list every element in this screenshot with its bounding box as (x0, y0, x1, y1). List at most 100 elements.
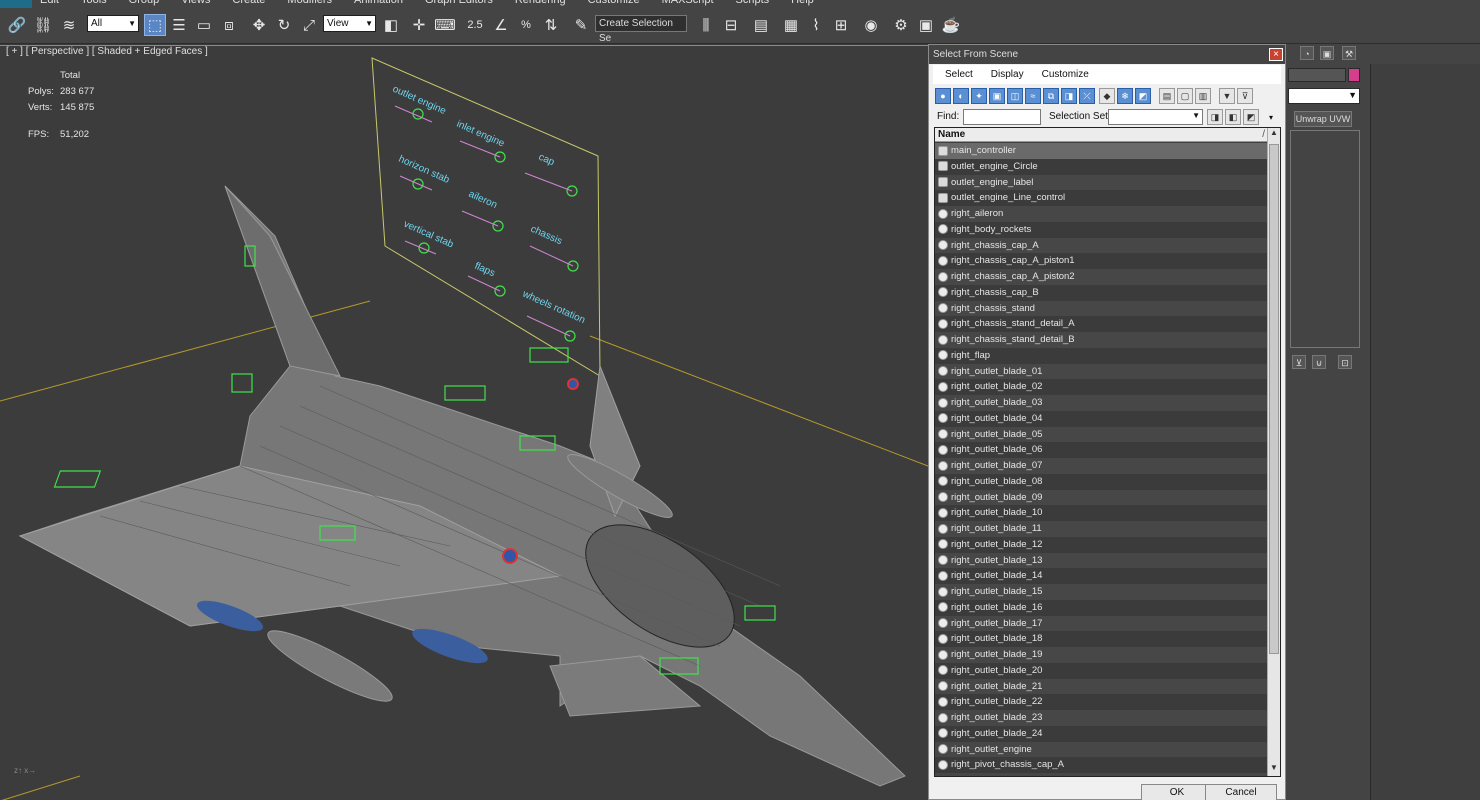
display-none-icon[interactable]: ▢ (1177, 88, 1193, 104)
display-cameras-icon[interactable]: ▣ (989, 88, 1005, 104)
reference-coordinate-select[interactable]: View ▼ (323, 15, 376, 32)
percent-snap-icon[interactable]: % (515, 14, 537, 36)
menu-tools[interactable]: Tools (81, 0, 107, 6)
modifier-list-select[interactable]: ▼ (1288, 88, 1360, 104)
scroll-down-icon[interactable]: ▼ (1268, 763, 1280, 776)
name-column-header[interactable]: Name / (935, 128, 1269, 142)
spinner-snap-icon[interactable]: ⇅ (540, 14, 562, 36)
ok-button[interactable]: OK (1141, 784, 1213, 800)
app-logo[interactable] (0, 0, 32, 8)
curve-editor-icon[interactable]: ⌇ (805, 14, 827, 36)
perspective-viewport[interactable]: outlet engine inlet engine cap horizon s… (0, 45, 928, 800)
list-item[interactable]: right_outlet_blade_14 (935, 568, 1269, 584)
menu-help[interactable]: Help (791, 0, 814, 6)
list-item[interactable]: right_outlet_blade_02 (935, 379, 1269, 395)
scroll-up-icon[interactable]: ▲ (1268, 128, 1280, 141)
selection-set-select[interactable]: ▼ (1108, 109, 1203, 125)
dialog-title[interactable]: Select From Scene (929, 45, 1285, 64)
object-color-swatch[interactable] (1348, 68, 1360, 82)
window-crossing-icon[interactable]: ⧈ (218, 14, 240, 36)
list-item[interactable]: right_pivot_chassis_cap_A (935, 757, 1269, 773)
list-item[interactable]: right_chassis_cap_A_piston1 (935, 253, 1269, 269)
render-production-icon[interactable]: ☕ (940, 14, 962, 36)
menu-modifiers[interactable]: Modifiers (287, 0, 332, 6)
list-item[interactable]: right_outlet_blade_15 (935, 584, 1269, 600)
display-xrefs-icon[interactable]: ◨ (1061, 88, 1077, 104)
selection-filter-select[interactable]: All ▼ (87, 15, 139, 32)
select-and-link-icon[interactable]: 🔗 (6, 14, 28, 36)
display-geometry-icon[interactable]: ● (935, 88, 951, 104)
render-setup-icon[interactable]: ⚙ (890, 14, 912, 36)
display-lights-icon[interactable]: ✦ (971, 88, 987, 104)
utilities-panel-icon[interactable]: ▣ (1320, 46, 1334, 60)
rectangular-selection-icon[interactable]: ▭ (193, 14, 215, 36)
menu-views[interactable]: Views (181, 0, 210, 6)
cancel-button[interactable]: Cancel (1205, 784, 1277, 800)
list-item[interactable]: right_chassis_stand (935, 300, 1269, 317)
list-item[interactable]: right_outlet_blade_07 (935, 458, 1269, 474)
menu-animation[interactable]: Animation (354, 0, 403, 6)
snaps-toggle-icon[interactable]: 2.5 (464, 14, 486, 36)
options-chevron-icon[interactable]: ▾ (1269, 113, 1273, 122)
list-item[interactable]: right_chassis_cap_A (935, 237, 1269, 254)
list-scrollbar[interactable]: ▲ ▼ (1267, 128, 1280, 776)
menu-display[interactable]: Display (991, 65, 1024, 84)
menu-scripts[interactable]: Scripts (736, 0, 770, 6)
list-item[interactable]: outlet_engine_label (935, 174, 1269, 191)
use-pivot-center-icon[interactable]: ◧ (380, 14, 402, 36)
list-item[interactable]: right_outlet_blade_16 (935, 599, 1269, 616)
configure-modifier-sets-icon[interactable]: ⊡ (1338, 355, 1352, 369)
list-item[interactable]: right_outlet_blade_13 (935, 552, 1269, 569)
layer-manager-icon[interactable]: ▤ (750, 14, 772, 36)
unwrap-uvw-button[interactable]: Unwrap UVW (1294, 111, 1352, 127)
hammer-icon[interactable]: ⚒ (1342, 46, 1356, 60)
list-item[interactable]: right_outlet_blade_24 (935, 725, 1269, 742)
list-item[interactable]: right_outlet_blade_22 (935, 694, 1269, 710)
list-item[interactable]: right_outlet_blade_17 (935, 615, 1269, 632)
menu-select[interactable]: Select (945, 65, 973, 84)
list-item[interactable]: right_chassis_cap_B (935, 284, 1269, 301)
modifier-stack[interactable] (1290, 130, 1360, 348)
remove-from-selection-set-icon[interactable]: ◩ (1243, 109, 1259, 125)
list-item[interactable]: right_chassis_stand_detail_B (935, 332, 1269, 348)
list-item[interactable]: right_outlet_blade_10 (935, 505, 1269, 521)
add-to-selection-set-icon[interactable]: ◧ (1225, 109, 1241, 125)
display-containers-icon[interactable]: ◆ (1099, 88, 1115, 104)
menu-customize[interactable]: Customize (1042, 65, 1089, 84)
select-object-button[interactable]: ⬚ (144, 14, 166, 36)
list-item[interactable]: right_outlet_blade_11 (935, 521, 1269, 537)
mirror-icon[interactable]: ⫼ (695, 14, 717, 36)
find-input[interactable] (963, 109, 1041, 125)
schematic-view-icon[interactable]: ⊞ (830, 14, 852, 36)
scrollbar-thumb[interactable] (1269, 144, 1279, 654)
select-and-rotate-icon[interactable]: ↻ (273, 14, 295, 36)
unlink-icon[interactable]: ⛓ (32, 14, 54, 36)
list-item[interactable]: right_outlet_blade_19 (935, 647, 1269, 663)
named-selection-set-select[interactable]: Create Selection Se (595, 15, 687, 44)
menu-maxscript[interactable]: MAXScript (662, 0, 714, 6)
menu-graph-editors[interactable]: Graph Editors (425, 0, 493, 6)
menu-create[interactable]: Create (232, 0, 265, 6)
object-name-field[interactable] (1288, 68, 1346, 82)
display-hidden-icon[interactable]: ◩ (1135, 88, 1151, 104)
list-item[interactable]: right_outlet_blade_01 (935, 363, 1269, 380)
list-item[interactable]: right_outlet_blade_09 (935, 489, 1269, 506)
list-item[interactable]: right_outlet_blade_03 (935, 395, 1269, 411)
select-by-name-icon[interactable]: ☰ (168, 14, 190, 36)
list-item[interactable]: outlet_engine_Line_control (935, 190, 1269, 206)
menu-rendering[interactable]: Rendering (515, 0, 566, 6)
display-panel-icon[interactable]: ◔ (1300, 46, 1314, 60)
create-selection-set-icon[interactable]: ◨ (1207, 109, 1223, 125)
display-bones-icon[interactable]: ⤫ (1079, 88, 1095, 104)
pin-stack-icon[interactable]: ⊻ (1292, 355, 1306, 369)
list-item[interactable]: main_controller (935, 143, 1269, 159)
display-all-icon[interactable]: ▤ (1159, 88, 1175, 104)
bind-space-warp-icon[interactable]: ≋ (58, 14, 80, 36)
edit-named-selection-icon[interactable]: ✎ (570, 14, 592, 36)
invert-display-icon[interactable]: ▥ (1195, 88, 1211, 104)
filter-icon[interactable]: ▼ (1219, 88, 1235, 104)
material-editor-icon[interactable]: ◉ (860, 14, 882, 36)
keyboard-shortcut-override-icon[interactable]: ⌨ (434, 14, 456, 36)
filter-options-icon[interactable]: ⊽ (1237, 88, 1253, 104)
menu-group[interactable]: Group (129, 0, 160, 6)
